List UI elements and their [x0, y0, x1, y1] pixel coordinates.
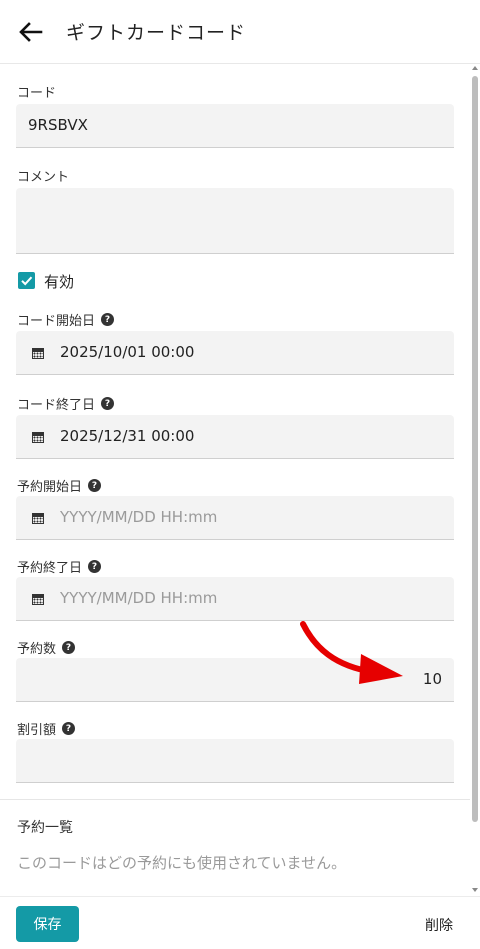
help-icon[interactable]: ?: [88, 560, 102, 573]
code-end-value: 2025/12/31 00:00: [60, 427, 195, 445]
help-icon[interactable]: ?: [101, 397, 115, 410]
calendar-icon: [32, 594, 44, 605]
save-button[interactable]: 保存: [16, 906, 79, 942]
code-start-value: 2025/10/01 00:00: [60, 343, 195, 361]
calendar-icon: [32, 513, 44, 524]
reserve-end-label: 予約終了日?: [17, 557, 102, 576]
help-icon[interactable]: ?: [88, 479, 102, 492]
reserve-count-value: 10: [422, 670, 442, 688]
reservations-title: 予約一覧: [17, 820, 73, 836]
reserve-end-field[interactable]: YYYY/MM/DD HH:mm: [16, 577, 454, 621]
scrollbar[interactable]: [472, 66, 478, 892]
arrow-left-icon[interactable]: [16, 18, 48, 46]
scrollbar-thumb[interactable]: [472, 76, 478, 822]
delete-button[interactable]: 削除: [425, 915, 453, 935]
calendar-icon: [32, 432, 44, 443]
app-bar: ギフトカードコード: [0, 0, 480, 64]
discount-label: 割引額?: [17, 719, 76, 738]
code-start-label: コード開始日?: [17, 310, 115, 329]
check-icon: [21, 276, 33, 286]
code-end-field[interactable]: 2025/12/31 00:00: [16, 415, 454, 459]
footer-bar: 保存 削除: [0, 896, 480, 949]
help-icon[interactable]: ?: [62, 722, 76, 735]
form-scroll-area[interactable]: コード 9RSBVX コメント 有効 コード開始日? 2025/10/01 00…: [0, 65, 480, 895]
code-label: コード: [17, 86, 57, 101]
reservations-empty-note: このコードはどの予約にも使用されていません。: [17, 854, 347, 872]
code-field[interactable]: 9RSBVX: [16, 104, 454, 148]
enabled-label[interactable]: 有効: [44, 271, 74, 292]
reserve-count-label: 予約数?: [17, 638, 76, 657]
reserve-start-field[interactable]: YYYY/MM/DD HH:mm: [16, 496, 454, 540]
scroll-up-icon[interactable]: [472, 66, 478, 70]
reserve-start-placeholder: YYYY/MM/DD HH:mm: [60, 508, 218, 526]
comment-textarea[interactable]: [16, 188, 454, 254]
enabled-checkbox[interactable]: [18, 272, 35, 289]
help-icon[interactable]: ?: [101, 313, 115, 326]
section-divider: [0, 799, 470, 800]
help-icon[interactable]: ?: [62, 641, 76, 654]
calendar-icon: [32, 348, 44, 359]
code-value: 9RSBVX: [28, 116, 88, 134]
comment-label: コメント: [17, 170, 70, 185]
code-end-label: コード終了日?: [17, 394, 115, 413]
page-title: ギフトカードコード: [66, 22, 247, 44]
discount-field[interactable]: [16, 739, 454, 783]
code-start-field[interactable]: 2025/10/01 00:00: [16, 331, 454, 375]
reserve-start-label: 予約開始日?: [17, 476, 102, 495]
scroll-down-icon[interactable]: [472, 888, 478, 892]
reserve-count-field[interactable]: 10: [16, 658, 454, 702]
reserve-end-placeholder: YYYY/MM/DD HH:mm: [60, 589, 218, 607]
